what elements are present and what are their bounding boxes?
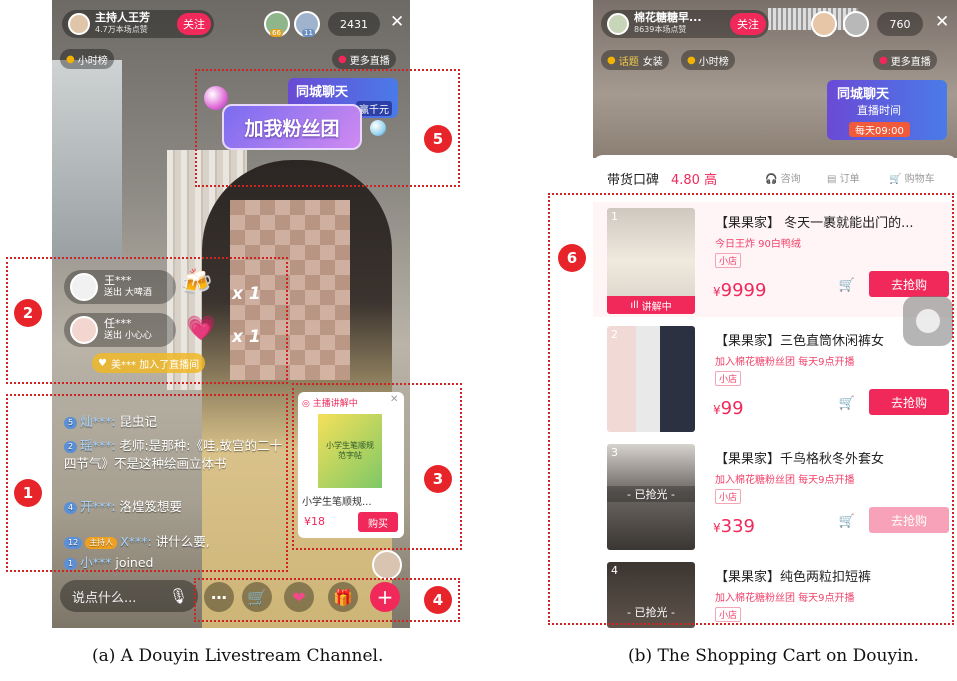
rating-value: 4.80 高 bbox=[671, 173, 718, 188]
live-dot-icon: ● bbox=[338, 53, 347, 65]
marker-4: 4 bbox=[424, 586, 452, 614]
orders-label: 订单 bbox=[839, 174, 860, 185]
host-bar: 棉花糖糖早... 8639本场点赞 关注 bbox=[601, 10, 769, 38]
annotation-box-4 bbox=[194, 578, 460, 622]
annotation-box-2 bbox=[6, 257, 288, 384]
city-chat-label: 同城聊天 bbox=[837, 87, 890, 102]
cart-button[interactable]: 🛒 购物车 bbox=[889, 170, 935, 185]
hourly-rank-label: 小时榜 bbox=[698, 56, 729, 68]
close-icon[interactable]: ✕ bbox=[935, 12, 949, 32]
live-time-label: 直播时间 bbox=[857, 104, 901, 117]
orders-button[interactable]: ▤ 订单 bbox=[827, 170, 860, 185]
more-live-label: 更多直播 bbox=[890, 56, 931, 68]
more-live-label: 更多直播 bbox=[349, 55, 390, 67]
viewer-count[interactable]: 760 bbox=[877, 12, 923, 36]
host-likes: 8639本场点赞 bbox=[634, 25, 687, 34]
topic-icon: ● bbox=[607, 54, 616, 66]
host-name: 主持人王芳 bbox=[95, 11, 150, 24]
viewer-count[interactable]: 2431 bbox=[328, 12, 380, 36]
close-icon[interactable]: ✕ bbox=[390, 12, 404, 32]
viewer-avatar-2[interactable]: 11 bbox=[294, 11, 320, 37]
marker-3: 3 bbox=[424, 465, 452, 493]
viewer-rank-2: 11 bbox=[302, 29, 315, 37]
marker-5: 5 bbox=[424, 125, 452, 153]
rating-label: 带货口碑 bbox=[607, 173, 660, 188]
annotation-box-5 bbox=[195, 69, 460, 187]
consult-label: 咨询 bbox=[780, 174, 801, 185]
caption-left: (a) A Douyin Livestream Channel. bbox=[92, 646, 384, 666]
document-icon: ▤ bbox=[827, 174, 837, 185]
cart-icon: 🛒 bbox=[889, 174, 902, 185]
marker-6: 6 bbox=[558, 244, 586, 272]
host-avatar[interactable] bbox=[68, 13, 90, 35]
consult-button[interactable]: 🎧 咨询 bbox=[765, 170, 801, 185]
more-live-button[interactable]: ● 更多直播 bbox=[332, 49, 396, 69]
viewer-avatar-2[interactable] bbox=[843, 11, 869, 37]
topic-button[interactable]: ● 话题 女装 bbox=[601, 50, 669, 70]
annotation-box-1 bbox=[6, 394, 288, 572]
mic-icon[interactable]: 🎙 bbox=[169, 587, 188, 605]
cart-label: 购物车 bbox=[904, 174, 935, 185]
topic-value: 女装 bbox=[642, 56, 663, 68]
daily-time: 每天09:00 bbox=[849, 122, 910, 137]
hourly-rank-button[interactable]: ● 小时榜 bbox=[681, 50, 735, 70]
host-likes: 4.7万本场点赞 bbox=[95, 25, 148, 34]
hourly-rank-label: 小时榜 bbox=[77, 55, 108, 67]
caption-right: (b) The Shopping Cart on Douyin. bbox=[628, 646, 919, 666]
viewer-avatar-1[interactable] bbox=[811, 11, 837, 37]
room-window bbox=[52, 60, 122, 260]
host-name: 棉花糖糖早... bbox=[634, 11, 702, 24]
comment-input[interactable]: 说点什么... 🎙 bbox=[60, 580, 198, 612]
marker-2: 2 bbox=[14, 299, 42, 327]
comment-placeholder: 说点什么... bbox=[72, 590, 137, 606]
flame-icon: ● bbox=[687, 54, 696, 66]
city-chat-banner[interactable]: 同城聊天 直播时间 每天09:00 bbox=[827, 80, 947, 140]
follow-button[interactable]: 关注 bbox=[730, 13, 766, 35]
marker-1: 1 bbox=[14, 479, 42, 507]
viewer-rank-1: 66 bbox=[270, 29, 283, 37]
live-dot-icon: ● bbox=[879, 54, 888, 66]
flame-icon: ● bbox=[66, 53, 75, 65]
host-bar: 主持人王芳 4.7万本场点赞 关注 bbox=[62, 10, 214, 38]
headset-icon: 🎧 bbox=[765, 174, 778, 185]
host-mini-avatar[interactable] bbox=[372, 550, 402, 580]
follow-button[interactable]: 关注 bbox=[177, 13, 211, 35]
viewer-avatar-1[interactable]: 66 bbox=[264, 11, 290, 37]
topic-label: 话题 bbox=[618, 56, 639, 68]
hourly-rank-button[interactable]: ● 小时榜 bbox=[60, 49, 114, 69]
annotation-box-6 bbox=[548, 193, 954, 625]
host-avatar[interactable] bbox=[607, 13, 629, 35]
more-live-button[interactable]: ● 更多直播 bbox=[873, 50, 937, 70]
